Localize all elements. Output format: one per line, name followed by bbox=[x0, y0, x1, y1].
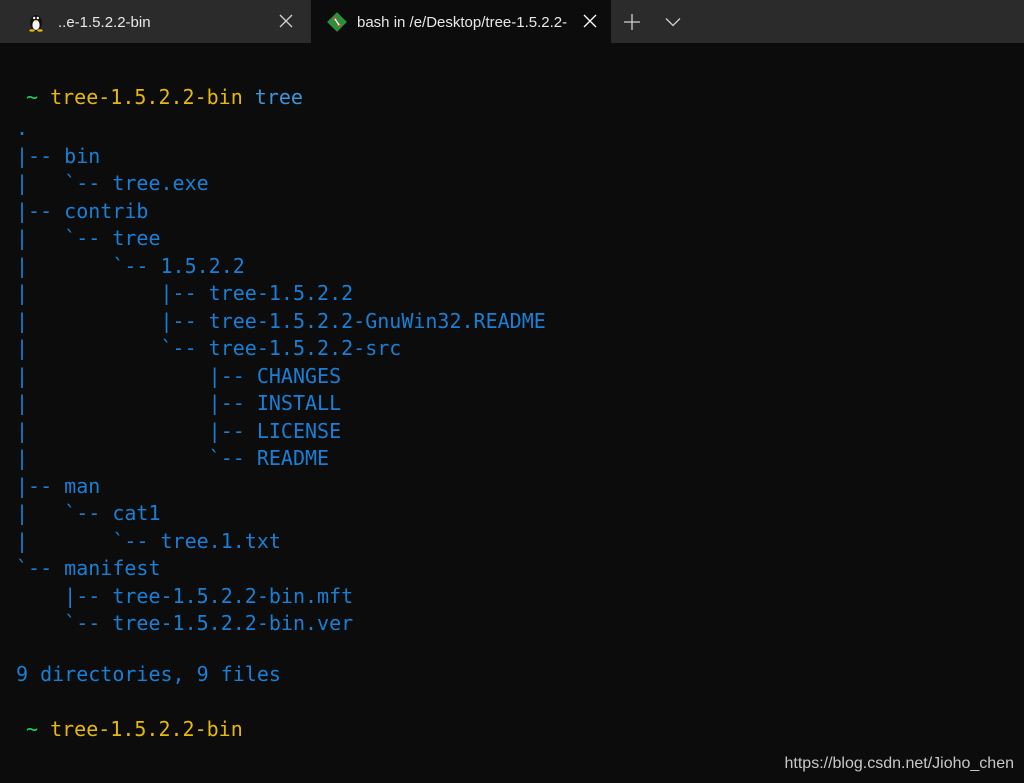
tree-line: | `-- cat1 bbox=[16, 501, 161, 525]
tree-line: | `-- README bbox=[16, 446, 330, 470]
prompt-directory: tree-1.5.2.2-bin bbox=[50, 85, 243, 109]
close-icon[interactable] bbox=[277, 12, 295, 30]
tab-title: bash in /e/Desktop/tree-1.5.2.2- bbox=[357, 14, 568, 31]
prompt-line: ~ tree-1.5.2.2-bin tree bbox=[26, 84, 303, 111]
tree-line: |-- man bbox=[16, 473, 101, 498]
tab-title: ..e-1.5.2.2-bin bbox=[58, 14, 151, 31]
prompt-line: ~ tree-1.5.2.2-bin bbox=[26, 716, 243, 743]
watermark: https://blog.csdn.net/Jioho_chen bbox=[784, 755, 1015, 772]
tree-line: | `-- 1.5.2.2 bbox=[16, 253, 245, 278]
tree-line: | `-- tree.exe bbox=[16, 171, 209, 195]
prompt-tilde: ~ bbox=[26, 85, 39, 109]
tree-line: |-- tree-1.5.2.2-bin.mft bbox=[16, 583, 354, 608]
git-bash-icon bbox=[327, 12, 347, 32]
tree-line: . bbox=[16, 116, 29, 140]
tab-linux[interactable]: ..e-1.5.2.2-bin bbox=[0, 0, 309, 43]
prompt-tilde: ~ bbox=[26, 717, 39, 741]
tab-bar: ..e-1.5.2.2-bin bash in /e/Desktop/tree-… bbox=[0, 0, 1024, 43]
prompt-directory: tree-1.5.2.2-bin bbox=[50, 717, 243, 741]
prompt-command: tree bbox=[254, 85, 303, 109]
tree-line: | |-- CHANGES bbox=[16, 363, 342, 388]
linux-penguin-icon bbox=[26, 12, 46, 32]
tree-line: `-- tree-1.5.2.2-bin.ver bbox=[16, 611, 354, 635]
chevron-down-icon bbox=[665, 18, 681, 27]
summary-line: 9 directories, 9 files bbox=[16, 662, 281, 686]
new-tab-button[interactable] bbox=[620, 10, 644, 34]
plus-icon bbox=[624, 14, 640, 30]
tree-line: | |-- INSTALL bbox=[16, 391, 342, 415]
tree-line: | `-- tree.1.txt bbox=[16, 528, 281, 553]
tree-line: |-- contrib bbox=[16, 198, 149, 223]
tab-dropdown-button[interactable] bbox=[661, 10, 685, 34]
tree-line: `-- manifest bbox=[16, 556, 161, 580]
tree-line: | `-- tree bbox=[16, 226, 161, 250]
terminal-output[interactable]: ~ tree-1.5.2.2-bin tree . |-- bin | `-- tr… bbox=[0, 43, 1024, 783]
tree-line: | |-- tree-1.5.2.2-GnuWin32.README bbox=[16, 308, 546, 333]
tree-line: | |-- LICENSE bbox=[16, 418, 342, 443]
tree-line: | `-- tree-1.5.2.2-src bbox=[16, 336, 402, 360]
tab-bash[interactable]: bash in /e/Desktop/tree-1.5.2.2- bbox=[311, 0, 611, 43]
close-icon[interactable] bbox=[581, 12, 599, 30]
tree-line: |-- bin bbox=[16, 143, 101, 168]
tree-line: | |-- tree-1.5.2.2 bbox=[16, 281, 354, 305]
